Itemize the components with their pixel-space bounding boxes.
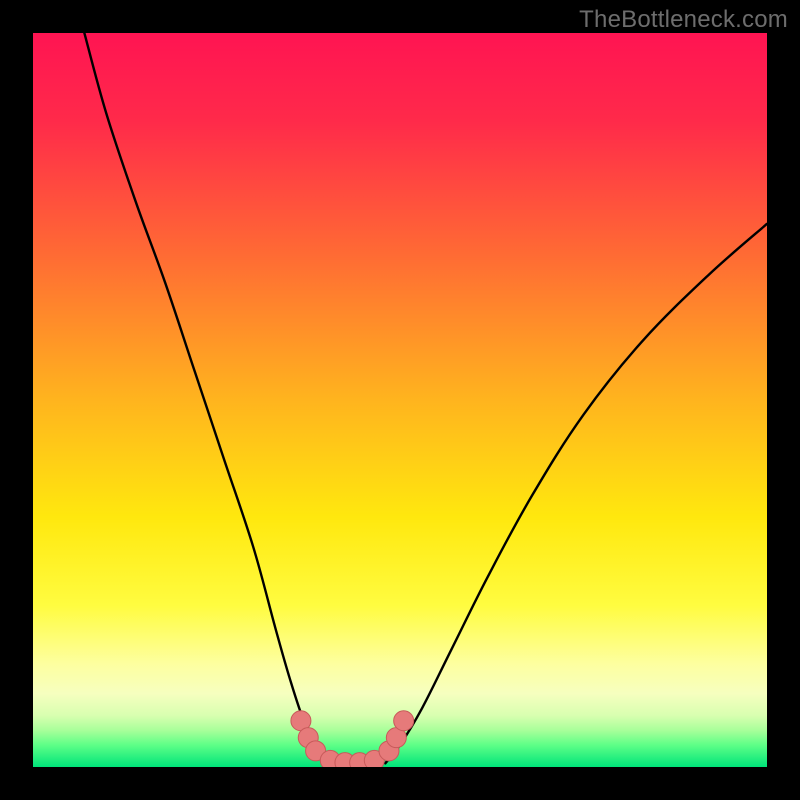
gradient-background: [33, 33, 767, 767]
watermark-text: TheBottleneck.com: [579, 6, 788, 34]
chart-svg: [33, 33, 767, 767]
outer-frame: TheBottleneck.com: [0, 0, 800, 800]
valley-marker: [394, 711, 414, 731]
